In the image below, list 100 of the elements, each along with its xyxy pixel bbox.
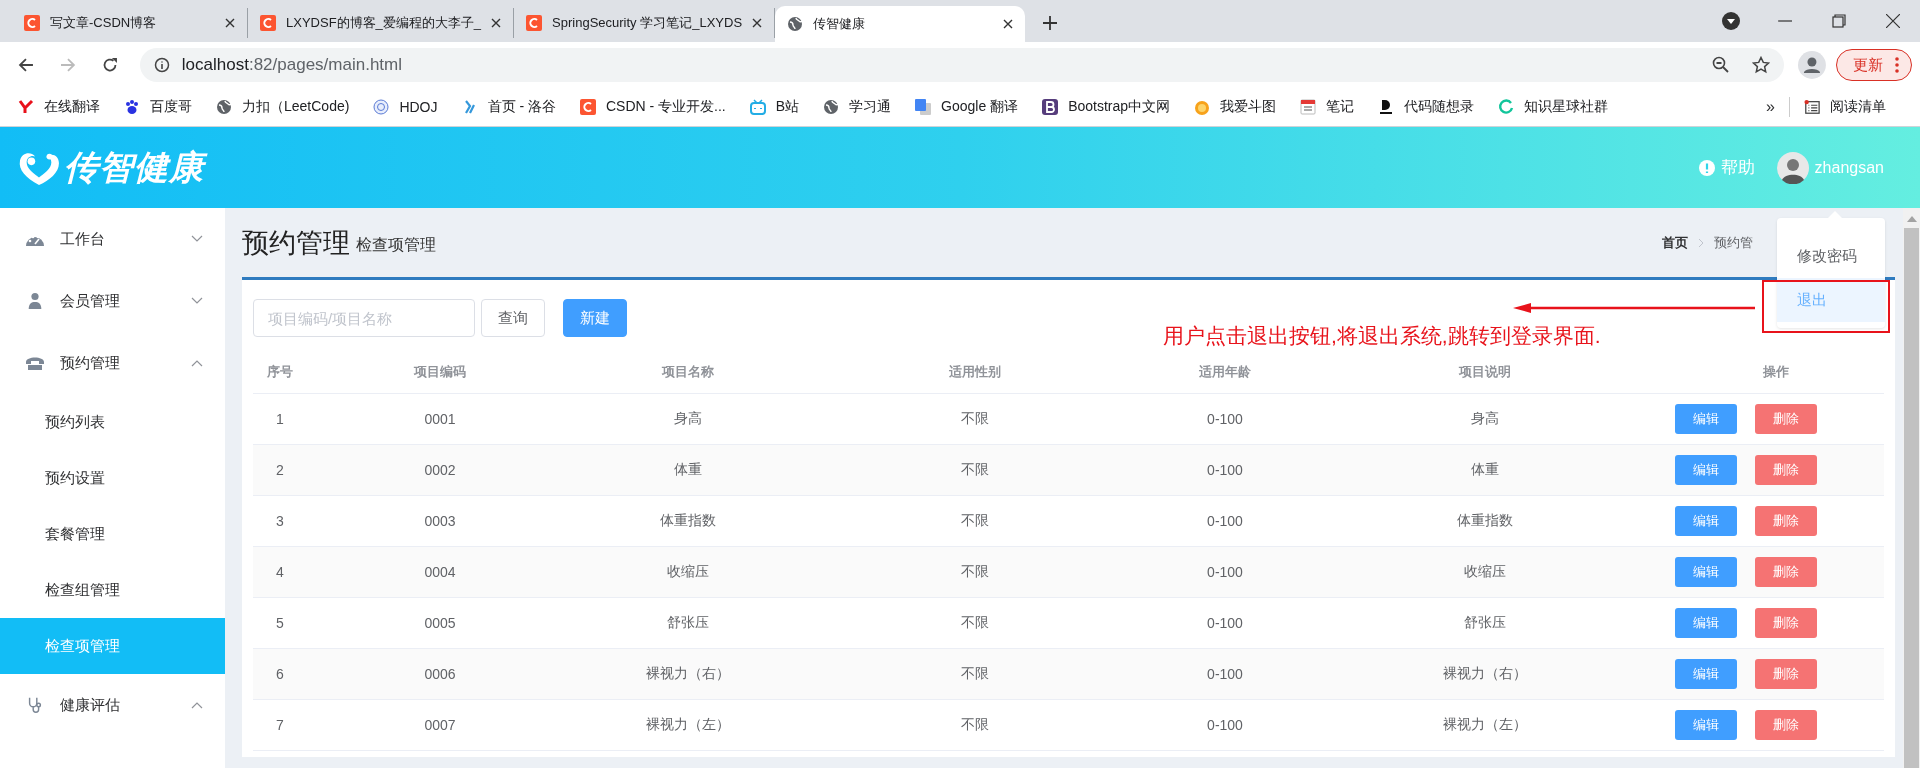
table-cell: 裸视力（左） [1443, 716, 1527, 734]
table-cell: 不限 [961, 614, 989, 632]
bookmark[interactable]: Bootstrap中文网 [1042, 98, 1171, 116]
bookmark[interactable]: Google 翻译 [915, 98, 1019, 116]
globe-icon [787, 16, 804, 32]
bookmark[interactable]: HDOJ [373, 99, 438, 115]
close-icon[interactable] [752, 18, 763, 28]
table-cell: 0-100 [1207, 411, 1243, 427]
table-cell: 0-100 [1207, 513, 1243, 529]
table-cell: 不限 [961, 461, 989, 479]
table-cell: 裸视力（左） [646, 716, 730, 734]
globe-icon [216, 99, 232, 115]
table-cell: 3 [276, 513, 284, 529]
page-subtitle: 检查项管理 [356, 235, 436, 255]
close-icon[interactable] [1886, 14, 1900, 28]
column-header: 序号 [267, 363, 293, 381]
column-header: 项目说明 [1459, 363, 1511, 381]
d-logo-icon [1378, 99, 1395, 115]
breadcrumb-link[interactable]: 首页 [1662, 233, 1688, 252]
table-cell: 体重 [1471, 461, 1499, 479]
table-cell: 不限 [961, 410, 989, 428]
sidebar-item[interactable]: 检查组管理 [0, 562, 225, 618]
reload-icon[interactable] [101, 57, 118, 73]
bookmark[interactable]: 我爱斗图 [1194, 98, 1277, 116]
bookmark[interactable]: 代码随想录 [1378, 98, 1475, 116]
tab-search-icon[interactable] [1722, 12, 1740, 30]
y-logo-icon [18, 99, 34, 115]
csdn-logo-icon [260, 15, 276, 31]
info-icon [153, 57, 170, 73]
translate-icon [915, 99, 932, 115]
table-cell: 2 [276, 462, 284, 478]
browser-tab[interactable]: SpringSecurity 学习笔记_LXYDS [514, 8, 776, 38]
close-icon[interactable] [225, 18, 235, 28]
avatar-icon [1776, 151, 1809, 184]
csdn-logo-icon [24, 15, 40, 31]
sidebar-item[interactable]: 预约列表 [0, 394, 225, 450]
more-bookmarks[interactable]: » [1766, 98, 1775, 116]
new-tab-icon[interactable] [1043, 16, 1058, 30]
bookmark[interactable]: 首页 - 洛谷 [461, 98, 556, 116]
table-cell: 身高 [1471, 410, 1499, 428]
url-text: localhost:82/pages/main.html [181, 55, 402, 75]
bookmark[interactable]: 力扣（LeetCode) [216, 98, 350, 116]
bootstrap-logo-icon [1042, 99, 1059, 115]
bookmark[interactable]: CSDN - 专业开发... [579, 98, 726, 116]
table-cell: 0003 [424, 513, 456, 529]
restore-icon[interactable] [1832, 14, 1846, 28]
csdn-logo-icon [579, 99, 596, 115]
column-header: 适用年龄 [1199, 363, 1251, 381]
sidebar-group[interactable]: 会员管理 [0, 270, 225, 332]
sidebar-item[interactable]: 套餐管理 [0, 506, 225, 562]
table-cell: 舒张压 [667, 614, 709, 632]
close-icon[interactable] [491, 18, 502, 28]
address-bar[interactable]: localhost:82/pages/main.html [139, 48, 1785, 82]
table-cell: 舒张压 [1464, 614, 1506, 632]
bookmark[interactable]: 笔记 [1300, 98, 1355, 116]
table-cell: 不限 [961, 716, 989, 734]
table-cell: 6 [276, 666, 284, 682]
star-icon[interactable] [1752, 56, 1771, 74]
table-cell: 裸视力（右） [646, 665, 730, 683]
csdn-logo-icon [526, 15, 543, 31]
globe-icon [823, 99, 840, 115]
menu-item[interactable]: 修改密码 [1777, 234, 1885, 278]
profile-icon[interactable] [1798, 51, 1826, 79]
sidebar-group[interactable]: 预约管理 [0, 332, 225, 394]
fruit-icon [1194, 99, 1211, 115]
bookmark[interactable]: 知识星球社群 [1498, 98, 1609, 116]
table-cell: 0-100 [1207, 564, 1243, 580]
table-cell: 0-100 [1207, 666, 1243, 682]
sidebar-group-label: 健康评估 [60, 695, 121, 715]
bookmark[interactable]: B站 [749, 98, 800, 116]
page-title: 预约管理 [242, 226, 350, 260]
sidebar-item[interactable]: 预约设置 [0, 450, 225, 506]
sidebar-group-label: 会员管理 [60, 291, 121, 311]
table-cell: 体重 [674, 461, 702, 479]
table-cell: 裸视力（右） [1443, 665, 1527, 683]
table-cell: 身高 [674, 410, 702, 428]
table-cell: 0006 [424, 666, 456, 682]
bookmark[interactable]: 在线翻译 [18, 98, 100, 116]
tab-title: 写文章-CSDN博客 [50, 14, 158, 32]
table-cell: 0-100 [1207, 717, 1243, 733]
sidebar-group[interactable]: 健康评估 [0, 674, 225, 736]
menu-icon [1895, 57, 1899, 73]
browser-tab[interactable]: 写文章-CSDN博客 [12, 8, 248, 38]
table-cell: 5 [276, 615, 284, 631]
search-field[interactable]: 项目编码/项目名称 [253, 299, 475, 337]
calendar-icon [1300, 99, 1317, 115]
browser-tab[interactable]: 传智健康 [775, 6, 1026, 42]
sidebar-group[interactable]: 工作台 [0, 208, 225, 270]
zoom-out-icon[interactable] [1712, 56, 1731, 74]
bookmark[interactable]: 百度哥 [124, 98, 192, 116]
column-header: 项目名称 [662, 363, 714, 381]
back-icon[interactable] [18, 57, 34, 73]
query-button[interactable]: 查询 [481, 299, 545, 337]
bookmark[interactable]: 学习通 [823, 98, 892, 116]
table-cell: 收缩压 [1464, 563, 1506, 581]
update-button[interactable]: 更新 [1836, 49, 1912, 81]
reading-list-button[interactable]: 阅读清单 [1804, 98, 1886, 116]
close-icon[interactable] [1003, 19, 1014, 29]
browser-tab[interactable]: LXYDSF的博客_爱编程的大李子_ [248, 8, 515, 38]
column-header: 操作 [1762, 363, 1789, 381]
